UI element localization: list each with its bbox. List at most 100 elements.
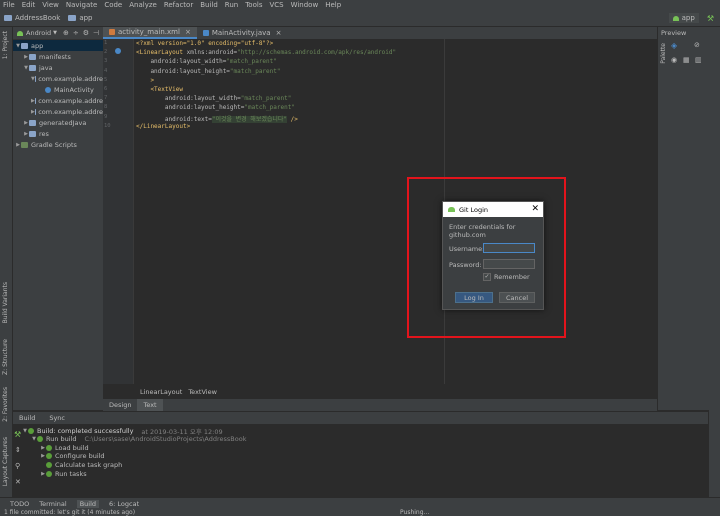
nav-project[interactable]: AddressBook	[4, 14, 60, 22]
menu-item-code[interactable]: Code	[101, 1, 126, 9]
close-icon[interactable]: ×	[276, 29, 282, 37]
menu-item-navigate[interactable]: Navigate	[63, 1, 101, 9]
menu-item-view[interactable]: View	[39, 1, 63, 9]
java-file-icon	[202, 30, 209, 36]
hammer-icon[interactable]: ⚒	[14, 430, 21, 439]
menu-item-analyze[interactable]: Analyze	[126, 1, 161, 9]
close-icon[interactable]: ✕	[15, 478, 21, 486]
menu-item-help[interactable]: Help	[322, 1, 345, 9]
close-icon[interactable]: ×	[185, 28, 191, 36]
menu-item-file[interactable]: File	[0, 1, 19, 9]
editor-tab[interactable]: MainActivity.java ×	[197, 27, 288, 39]
build-tree-row[interactable]: ▶ Load build	[40, 444, 89, 452]
grid-icon[interactable]: ▦	[683, 56, 690, 64]
bottom-tab-logcat[interactable]: 6: Logcat	[109, 500, 139, 508]
code-token: "match_parent"	[226, 58, 277, 66]
tree-item[interactable]: ▶ Gradle Scripts	[13, 139, 103, 150]
tree-item[interactable]: MainActivity	[13, 84, 103, 95]
tree-item[interactable]: ▶ generatedJava	[13, 117, 103, 128]
code-token: "match_parent"	[240, 95, 292, 103]
code-token: android:layout_width=	[136, 58, 227, 66]
pin-icon[interactable]: ⚲	[15, 462, 20, 470]
build-step-meta: C:\Users\sase\AndroidStudioProjects\Addr…	[84, 434, 247, 443]
remember-checkbox[interactable]: ✓	[483, 273, 491, 281]
menu-bar: File Edit View Navigate Code Analyze Refactor B…	[0, 0, 720, 10]
build-tree-row[interactable]: ▶ Run tasks	[40, 470, 87, 478]
run-config-select[interactable]: app	[668, 13, 699, 23]
rotate-icon[interactable]: ⊘	[694, 41, 700, 49]
menu-item-edit[interactable]: Edit	[19, 1, 40, 9]
tree-item[interactable]: ▶ manifests	[13, 51, 103, 62]
project-tool-button[interactable]: 1: Project	[2, 31, 9, 59]
class-marker-icon[interactable]	[115, 48, 121, 54]
project-view-select[interactable]: Android	[26, 29, 51, 37]
tree-item[interactable]: ▼ com.example.addre	[13, 73, 103, 84]
code-token: "http://schemas.android.com/apk/res/andr…	[237, 49, 397, 57]
cancel-button[interactable]: Cancel	[499, 292, 535, 303]
menu-item-tools[interactable]: Tools	[242, 1, 266, 9]
password-input[interactable]	[483, 259, 535, 269]
username-input[interactable]	[483, 243, 535, 253]
folder-icon	[68, 15, 77, 21]
password-label: Password:	[449, 261, 482, 269]
status-bar: 1 file committed: let's git it (4 minute…	[0, 508, 720, 516]
tree-item[interactable]: ▼ java	[13, 62, 103, 73]
code-line: android:text="이것을 변경 해보겠습니다" />	[136, 114, 298, 123]
tree-item[interactable]: ▼ app	[13, 40, 103, 51]
hammer-icon[interactable]: ⚒	[707, 14, 714, 23]
menu-item-run[interactable]: Run	[222, 1, 242, 9]
layers-icon[interactable]: ◈	[671, 41, 677, 50]
hide-icon[interactable]: ⊣	[93, 29, 99, 37]
tree-item-label: generatedJava	[39, 118, 87, 127]
remember-label: Remember	[494, 273, 530, 281]
build-variants-tool-button[interactable]: Build Variants	[2, 282, 9, 323]
chevron-down-icon[interactable]: ▼	[53, 30, 57, 36]
editor-tab[interactable]: activity_main.xml ×	[103, 27, 197, 39]
bottom-tab-todo[interactable]: TODO	[10, 500, 29, 508]
close-icon[interactable]: ✕	[531, 204, 539, 214]
code-editor[interactable]: <?xml version="1.0" encoding="utf-8"?> <L…	[134, 39, 657, 384]
build-panel	[13, 412, 708, 498]
collapse-icon[interactable]: ÷	[73, 29, 79, 37]
dialog-message: Enter credentials for github.com	[449, 223, 516, 239]
expand-icon[interactable]: ⇕	[15, 446, 21, 454]
left-tool-strip: 1: Project Build Variants Z: Structure 2…	[0, 27, 13, 497]
bottom-tab-build[interactable]: Build	[76, 499, 100, 508]
palette-tool-button[interactable]: Palette	[660, 43, 667, 64]
bottom-tab-terminal[interactable]: Terminal	[39, 500, 66, 508]
build-tree-row[interactable]: ▶ Configure build	[40, 452, 105, 460]
favorites-tool-button[interactable]: 2: Favorites	[2, 387, 9, 422]
line-number: 5	[104, 76, 108, 83]
folder-icon	[29, 130, 36, 137]
sync-tab[interactable]: Sync	[49, 414, 65, 422]
nav-module[interactable]: app	[68, 14, 93, 22]
editor-gutter	[103, 39, 134, 384]
menu-item-refactor[interactable]: Refactor	[161, 1, 197, 9]
gear-icon[interactable]: ⚙	[83, 29, 89, 37]
menu-item-window[interactable]: Window	[288, 1, 323, 9]
tab-text[interactable]: Text	[137, 399, 163, 411]
tree-item[interactable]: ▶ com.example.addre	[13, 106, 103, 117]
build-tree-row[interactable]: Calculate task graph	[40, 461, 122, 469]
design-text-tabs: Design Text	[103, 399, 657, 411]
editor-breadcrumb-item[interactable]: LinearLayout	[140, 388, 182, 396]
structure-tool-button[interactable]: Z: Structure	[2, 339, 9, 375]
log-in-button[interactable]: Log In	[455, 292, 493, 303]
add-icon[interactable]: ⊕	[63, 29, 69, 37]
split-icon[interactable]: ▥	[695, 56, 702, 64]
tab-design[interactable]: Design	[103, 399, 137, 411]
code-token: <LinearLayout	[136, 49, 187, 57]
build-tree-row[interactable]: ▼ Run build C:\Users\sase\AndroidStudioPro…	[31, 435, 246, 443]
code-line: android:layout_height="match_parent"	[136, 68, 280, 75]
menu-item-build[interactable]: Build	[197, 1, 222, 9]
code-line: android:layout_width="match_parent"	[136, 58, 277, 66]
tree-item[interactable]: ▶ res	[13, 128, 103, 139]
editor-breadcrumb-item[interactable]: TextView	[188, 388, 217, 396]
eye-icon[interactable]: ◉	[671, 56, 677, 64]
menu-item-vcs[interactable]: VCS	[266, 1, 287, 9]
build-tab[interactable]: Build	[19, 414, 35, 422]
layout-captures-tool-button[interactable]: Layout Captures	[2, 437, 9, 486]
folder-icon	[29, 64, 36, 71]
code-line: android:layout_height="match_parent"	[136, 104, 295, 111]
tree-item[interactable]: ▶ com.example.addre	[13, 95, 103, 106]
